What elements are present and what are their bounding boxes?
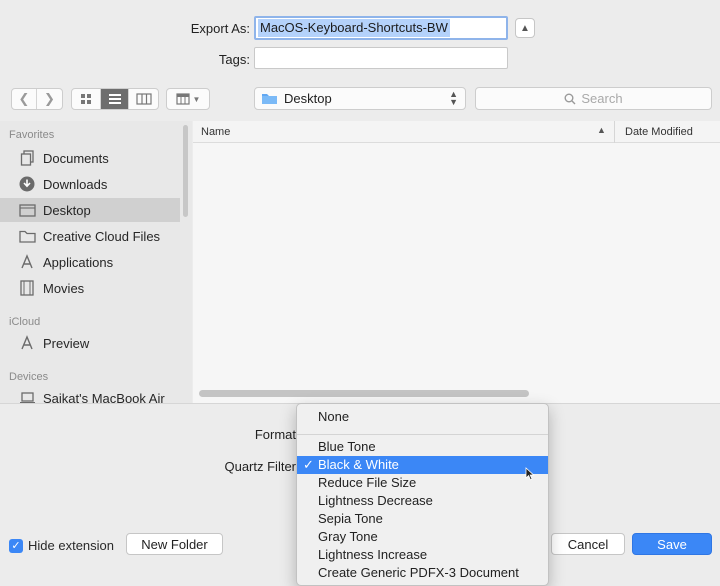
sidebar-item-label: Desktop [43, 202, 91, 218]
sidebar: Favorites Documents Downloads Desktop Cr… [0, 121, 192, 403]
sidebar-item-creative-cloud-files[interactable]: Creative Cloud Files [0, 224, 180, 248]
horizontal-scrollbar[interactable] [199, 390, 529, 397]
desktop-icon [18, 202, 36, 218]
search-field[interactable]: Search [475, 87, 712, 110]
chevron-left-icon: ❮ [18, 91, 30, 106]
documents-icon [18, 150, 36, 166]
menu-separator [297, 434, 548, 435]
search-icon [564, 93, 576, 104]
sidebar-item-documents[interactable]: Documents [0, 146, 180, 170]
sidebar-favorites-header: Favorites [9, 129, 55, 141]
export-as-field[interactable]: MacOS-Keyboard-Shortcuts-BW [254, 16, 508, 40]
back-button[interactable]: ❮ [12, 89, 37, 109]
column-view-button[interactable] [129, 89, 158, 109]
sidebar-item-movies[interactable]: Movies [0, 276, 180, 300]
columns-icon [136, 93, 152, 105]
menu-item-lightness-increase[interactable]: Lightness Increase [297, 546, 548, 564]
sort-ascending-icon: ▲ [597, 125, 606, 135]
menu-item-none[interactable]: None [297, 408, 548, 426]
gallery-icon [175, 93, 190, 105]
column-header: Name ▲ Date Modified [193, 121, 720, 143]
sidebar-devices-header: Devices [9, 371, 49, 383]
checkmark-icon: ✓ [11, 540, 21, 552]
sidebar-item-applications[interactable]: Applications [0, 250, 180, 274]
laptop-icon [18, 390, 36, 403]
expand-dialog-button[interactable]: ▲ [515, 18, 535, 38]
movies-icon [18, 280, 36, 296]
search-placeholder: Search [581, 91, 623, 106]
downloads-icon [18, 176, 36, 192]
chevron-right-icon: ❯ [44, 91, 55, 106]
grid-icon [80, 94, 91, 104]
updown-icon: ▲ ▼ [449, 89, 458, 107]
quartz-filter-label: Quartz Filter [224, 459, 296, 474]
tags-field[interactable] [254, 47, 508, 69]
chevron-down-icon: ▼ [192, 94, 201, 104]
back-forward-segment: ❮ ❯ [11, 88, 63, 110]
sidebar-item-preview[interactable]: Preview [0, 331, 180, 355]
export-as-label: Export As: [190, 21, 250, 36]
folder-icon [262, 94, 277, 104]
forward-button[interactable]: ❯ [37, 89, 62, 109]
menu-item-gray-tone[interactable]: Gray Tone [297, 528, 548, 546]
sidebar-icloud-header: iCloud [9, 316, 41, 328]
menu-item-black-white[interactable]: ✓ Black & White [297, 456, 548, 481]
date-modified-column-header[interactable]: Date Modified [625, 126, 693, 138]
quartz-filter-menu: None Blue Tone ✓ Black & White Reduce Fi… [296, 403, 549, 586]
hide-extension-control[interactable]: ✓ Hide extension [9, 538, 114, 553]
menu-item-lightness-decrease[interactable]: Lightness Decrease [297, 492, 548, 510]
sidebar-item-desktop[interactable]: Desktop [0, 198, 180, 222]
save-button[interactable]: Save [632, 533, 712, 555]
location-popup[interactable]: Desktop ▲ ▼ [254, 87, 466, 110]
list-icon [108, 94, 121, 104]
sidebar-item-label: Preview [43, 335, 90, 351]
format-label: Format [254, 427, 296, 442]
applications-icon [18, 335, 36, 351]
new-folder-button[interactable]: New Folder [126, 533, 223, 555]
applications-icon [18, 254, 36, 270]
list-view-button[interactable] [100, 89, 130, 109]
file-list: Name ▲ Date Modified [193, 121, 720, 403]
icon-view-button[interactable] [72, 89, 101, 109]
group-menu-button[interactable]: ▼ [166, 88, 210, 110]
menu-item-blue-tone[interactable]: Blue Tone [297, 438, 548, 456]
sidebar-item-label: Saikat's MacBook Air [43, 390, 165, 404]
view-mode-segment [71, 88, 159, 110]
sidebar-item-macbook[interactable]: Saikat's MacBook Air [0, 386, 180, 403]
checkmark-icon: ✓ [303, 457, 314, 472]
tags-label: Tags: [218, 52, 250, 67]
hide-extension-checkbox[interactable]: ✓ [9, 538, 23, 553]
sidebar-item-label: Downloads [43, 176, 108, 192]
sidebar-item-label: Creative Cloud Files [43, 228, 161, 244]
folder-icon [18, 228, 36, 244]
location-label: Desktop [284, 91, 332, 106]
sidebar-item-downloads[interactable]: Downloads [0, 172, 180, 196]
export-as-value: MacOS-Keyboard-Shortcuts-BW [258, 19, 450, 37]
sidebar-item-label: Documents [43, 150, 109, 166]
sidebar-item-label: Applications [43, 254, 114, 270]
column-divider [614, 121, 615, 143]
menu-item-sepia-tone[interactable]: Sepia Tone [297, 510, 548, 528]
cancel-button[interactable]: Cancel [551, 533, 625, 555]
menu-item-create-pdfx3[interactable]: Create Generic PDFX-3 Document [297, 564, 548, 582]
sidebar-scrollbar[interactable] [183, 125, 188, 217]
name-column-header[interactable]: Name [201, 126, 230, 138]
menu-item-reduce-file-size[interactable]: Reduce File Size [297, 474, 548, 492]
sidebar-item-label: Movies [43, 280, 85, 296]
hide-extension-label: Hide extension [28, 538, 114, 553]
chevron-up-icon: ▲ [520, 22, 530, 34]
menu-item-label: Black & White [318, 457, 399, 472]
